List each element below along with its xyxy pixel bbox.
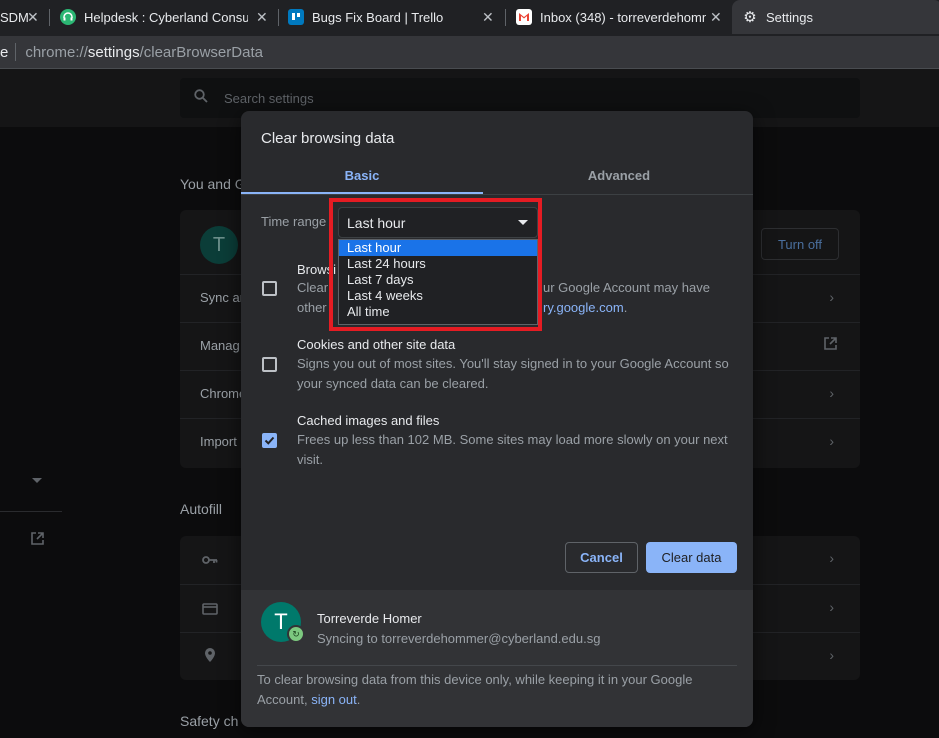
dialog-title: Clear browsing data — [261, 130, 395, 147]
sign-out-link[interactable]: sign out — [311, 692, 357, 707]
location-pin-icon — [204, 647, 216, 668]
credit-card-icon — [202, 602, 218, 620]
caret-down-icon[interactable] — [32, 478, 42, 483]
turn-off-sync-button[interactable]: Turn off — [761, 228, 839, 260]
section-title-safety-check: Safety ch — [180, 713, 239, 729]
cancel-button[interactable]: Cancel — [565, 542, 638, 573]
tab-title: Helpdesk : Cyberland Consulta — [84, 9, 248, 25]
google-activity-link[interactable]: ry.google.com — [543, 300, 624, 315]
chevron-right-icon: › — [829, 647, 834, 663]
omnibox-chip-text: e — [0, 43, 9, 61]
time-range-select[interactable]: Last hour — [338, 207, 538, 238]
browsing-history-checkbox[interactable] — [262, 281, 277, 296]
tab-title: Bugs Fix Board | Trello — [312, 9, 444, 25]
cookies-title: Cookies and other site data — [297, 337, 456, 352]
option-last-24-hours[interactable]: Last 24 hours — [339, 256, 537, 272]
tab-title: Settings — [766, 9, 813, 25]
avatar: T — [200, 226, 238, 264]
omnibox-divider — [15, 43, 17, 61]
sync-icon: ↻ — [287, 625, 305, 643]
row-label: Sync ar — [200, 290, 245, 305]
tab-strip: SDM ✕ Helpdesk : Cyberland Consulta ✕ Bu… — [0, 0, 939, 36]
cookies-checkbox[interactable] — [262, 357, 277, 372]
cache-checkbox[interactable] — [262, 433, 277, 448]
tab-separator — [505, 9, 506, 26]
gear-icon: ⚙ — [743, 9, 757, 26]
time-range-label: Time range — [261, 214, 327, 229]
cache-title: Cached images and files — [297, 413, 440, 428]
close-icon[interactable]: ✕ — [256, 9, 268, 26]
chevron-right-icon: › — [829, 599, 834, 615]
account-name: Torreverde Homer — [317, 611, 422, 626]
section-title-autofill: Autofill — [180, 501, 223, 517]
footer-note: To clear browsing data from this device … — [257, 672, 693, 707]
url-text: chrome://settings/clearBrowserData — [25, 43, 263, 61]
cookies-desc: Signs you out of most sites. You'll stay… — [297, 356, 729, 391]
tab-trello[interactable]: Bugs Fix Board | Trello ✕ — [288, 0, 506, 34]
tab-sdm[interactable]: SDM ✕ — [0, 0, 48, 34]
option-last-7-days[interactable]: Last 7 days — [339, 272, 537, 288]
chevron-right-icon: › — [829, 385, 834, 401]
cache-desc: Frees up less than 102 MB. Some sites ma… — [297, 432, 728, 467]
nav-divider — [0, 511, 62, 512]
search-icon — [194, 89, 208, 107]
trello-icon — [288, 9, 304, 25]
time-range-options: Last hour Last 24 hours Last 7 days Last… — [338, 239, 538, 325]
chevron-right-icon: › — [829, 433, 834, 449]
tab-separator — [49, 9, 50, 26]
footer-divider — [257, 665, 737, 666]
dialog-tabs: Basic Advanced — [241, 158, 753, 195]
row-label: Chrome — [200, 386, 247, 401]
clear-browsing-data-dialog: Clear browsing data Basic Advanced Time … — [241, 111, 753, 727]
open-external-icon[interactable] — [30, 531, 45, 551]
key-icon — [202, 552, 218, 570]
sync-status: Syncing to torreverdehommer@cyberland.ed… — [317, 631, 601, 646]
address-bar[interactable]: e chrome://settings/clearBrowserData — [0, 40, 939, 64]
close-icon[interactable]: ✕ — [482, 9, 494, 26]
browser-toolbar: e chrome://settings/clearBrowserData — [0, 36, 939, 68]
close-icon[interactable]: ✕ — [27, 9, 39, 26]
dialog-footer: T ↻ Torreverde Homer Syncing to torrever… — [241, 590, 753, 727]
tab-settings[interactable]: ⚙ Settings — [732, 0, 939, 34]
tab-separator — [278, 9, 279, 26]
open-external-icon — [823, 336, 838, 354]
tab-gmail[interactable]: Inbox (348) - torreverdehomm ✕ — [516, 0, 734, 34]
chevron-right-icon: › — [829, 289, 834, 305]
browsing-history-title: Browsi — [297, 262, 337, 277]
caret-down-icon — [518, 220, 528, 225]
section-title-you-and-google: You and G — [180, 176, 246, 192]
time-range-value: Last hour — [347, 214, 406, 231]
helpdesk-headset-icon — [60, 9, 76, 25]
tab-advanced[interactable]: Advanced — [497, 158, 741, 192]
tab-title: SDM — [0, 9, 29, 25]
close-icon[interactable]: ✕ — [710, 9, 722, 26]
tab-basic[interactable]: Basic — [241, 158, 483, 194]
row-label: Manag — [200, 338, 240, 353]
option-all-time[interactable]: All time — [339, 304, 537, 320]
gmail-icon — [516, 9, 532, 25]
chevron-right-icon: › — [829, 550, 834, 566]
search-placeholder: Search settings — [224, 90, 314, 106]
tab-helpdesk[interactable]: Helpdesk : Cyberland Consulta ✕ — [60, 0, 280, 34]
row-label: Import — [200, 434, 237, 449]
tab-title: Inbox (348) - torreverdehomm — [540, 9, 706, 25]
clear-data-button[interactable]: Clear data — [646, 542, 737, 573]
option-last-hour[interactable]: Last hour — [339, 240, 537, 256]
option-last-4-weeks[interactable]: Last 4 weeks — [339, 288, 537, 304]
